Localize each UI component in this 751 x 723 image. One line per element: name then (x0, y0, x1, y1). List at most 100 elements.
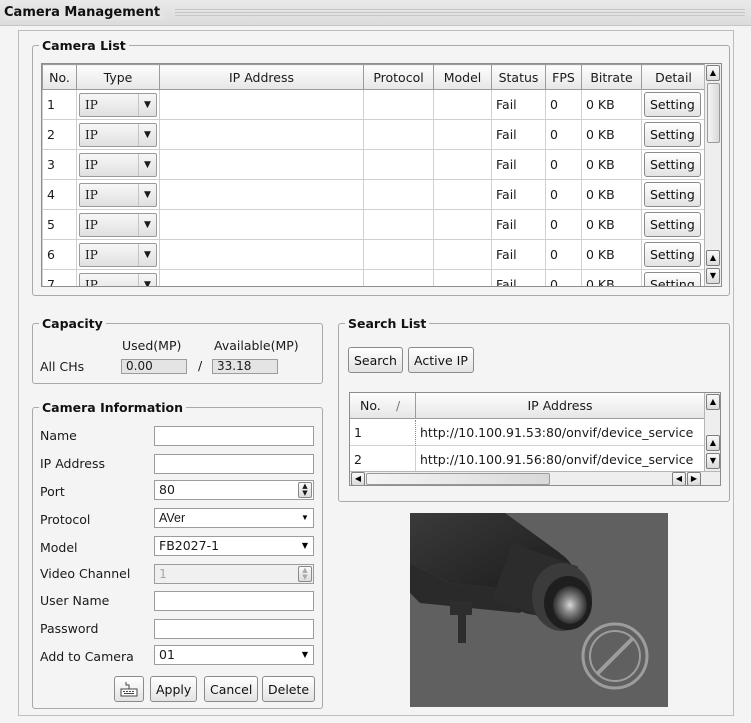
search-button[interactable]: Search (348, 347, 403, 373)
add-to-camera-dropdown[interactable]: 01 ▼ (154, 645, 314, 665)
type-value: IP (85, 97, 98, 112)
column-header-ip-address[interactable]: IP Address (159, 64, 364, 90)
column-header-protocol[interactable]: Protocol (363, 64, 434, 90)
column-header-status[interactable]: Status (491, 64, 546, 90)
camera-row[interactable]: 2 IP ▼ Fail 0 0 KB Setting (42, 119, 706, 150)
column-header-type[interactable]: Type (76, 64, 160, 90)
camera-row-no: 4 (42, 179, 77, 210)
type-dropdown[interactable]: IP ▼ (79, 182, 157, 207)
setting-button[interactable]: Setting (644, 212, 701, 237)
camera-row[interactable]: 6 IP ▼ Fail 0 0 KB Setting (42, 239, 706, 270)
type-dropdown[interactable]: IP ▼ (79, 122, 157, 147)
scroll-up-small-arrow-icon[interactable]: ▲ (706, 250, 720, 266)
chevron-down-icon: ▼ (301, 541, 309, 550)
type-dropdown[interactable]: IP ▼ (79, 272, 157, 286)
camera-list-legend: Camera List (42, 38, 126, 53)
capacity-legend: Capacity (42, 316, 103, 331)
chevron-down-icon: ▼ (301, 513, 309, 522)
camera-row-status: Fail (491, 179, 546, 210)
type-dropdown[interactable]: IP ▼ (79, 92, 157, 117)
camera-row[interactable]: 7 IP ▼ Fail 0 0 KB Setting (42, 269, 706, 286)
camera-row-fps: 0 (545, 269, 582, 286)
ip-address-field[interactable] (154, 454, 314, 474)
user-name-label: User Name (40, 593, 110, 608)
camera-row[interactable]: 4 IP ▼ Fail 0 0 KB Setting (42, 179, 706, 210)
type-dropdown[interactable]: IP ▼ (79, 152, 157, 177)
port-spinbox[interactable]: 80 ▲ ▼ (154, 480, 314, 500)
camera-list-scrollbar[interactable]: ▲ ▲ ▼ (704, 64, 721, 286)
type-dropdown[interactable]: IP ▼ (79, 212, 157, 237)
search-column-header-no[interactable]: No. / (350, 393, 416, 419)
setting-button[interactable]: Setting (644, 152, 701, 177)
cancel-button[interactable]: Cancel (204, 676, 259, 702)
add-to-camera-label: Add to Camera (40, 649, 134, 664)
camera-row-fps: 0 (545, 179, 582, 210)
camera-row-bitrate: 0 KB (581, 209, 642, 240)
name-field[interactable] (154, 426, 314, 446)
camera-row-no: 5 (42, 209, 77, 240)
setting-button[interactable]: Setting (644, 272, 701, 286)
search-list-hscrollbar[interactable]: ◀ ◀ ▶ (350, 471, 720, 485)
spin-arrows-icon[interactable]: ▲ ▼ (298, 482, 312, 498)
camera-row-status: Fail (491, 119, 546, 150)
virtual-keyboard-button[interactable] (114, 676, 144, 702)
search-list-vscrollbar[interactable]: ▲ ▲ ▼ (704, 393, 720, 471)
camera-list-table[interactable]: No. Type IP Address Protocol Model Statu… (41, 63, 722, 287)
type-dropdown[interactable]: IP ▼ (79, 242, 157, 267)
video-channel-label: Video Channel (40, 566, 131, 581)
apply-button[interactable]: Apply (150, 676, 198, 702)
scroll-up-arrow-icon[interactable]: ▲ (706, 65, 720, 81)
camera-row-no: 2 (42, 119, 77, 150)
camera-row-type: IP ▼ (76, 89, 160, 120)
setting-button[interactable]: Setting (644, 182, 701, 207)
horizontal-scrollbar-thumb[interactable] (366, 473, 550, 485)
search-list-table[interactable]: No. / IP Address 1 http://10.100.91.53:8… (349, 392, 721, 486)
scrollbar-thumb[interactable] (707, 83, 720, 143)
scroll-down-arrow-icon[interactable]: ▼ (706, 453, 720, 469)
column-header-model[interactable]: Model (433, 64, 492, 90)
camera-row-detail: Setting (641, 269, 706, 286)
type-value: IP (85, 247, 98, 262)
camera-row[interactable]: 5 IP ▼ Fail 0 0 KB Setting (42, 209, 706, 240)
setting-button[interactable]: Setting (644, 122, 701, 147)
sort-indicator-icon: / (396, 398, 401, 413)
camera-row-ip-address (159, 209, 364, 240)
protocol-dropdown[interactable]: AVer ▼ (154, 508, 314, 528)
chevron-down-icon: ▼ (138, 213, 156, 236)
scroll-up-arrow-icon[interactable]: ▲ (706, 394, 720, 410)
camera-row[interactable]: 3 IP ▼ Fail 0 0 KB Setting (42, 149, 706, 180)
model-dropdown[interactable]: FB2027-1 ▼ (154, 536, 314, 556)
column-header-fps[interactable]: FPS (545, 64, 582, 90)
search-result-row[interactable]: 2 http://10.100.91.56:80/onvif/device_se… (350, 447, 704, 471)
user-name-field[interactable] (154, 591, 314, 611)
setting-button[interactable]: Setting (644, 92, 701, 117)
scroll-up-small-arrow-icon[interactable]: ▲ (706, 435, 720, 451)
column-header-detail[interactable]: Detail (641, 64, 706, 90)
scroll-left-small-arrow-icon[interactable]: ◀ (672, 472, 686, 485)
chevron-down-icon: ▼ (138, 153, 156, 176)
active-ip-button[interactable]: Active IP (408, 347, 474, 373)
camera-row-bitrate: 0 KB (581, 149, 642, 180)
camera-table: No. Type IP Address Protocol Model Statu… (42, 64, 706, 286)
search-row-no: 1 (354, 425, 362, 440)
type-value: IP (85, 217, 98, 232)
camera-row-detail: Setting (641, 209, 706, 240)
scroll-left-arrow-icon[interactable]: ◀ (351, 472, 365, 485)
scroll-down-arrow-icon[interactable]: ▼ (706, 268, 720, 284)
password-field[interactable] (154, 619, 314, 639)
password-label: Password (40, 621, 99, 636)
search-result-row[interactable]: 1 http://10.100.91.53:80/onvif/device_se… (350, 420, 704, 446)
protocol-value: AVer (159, 511, 186, 525)
camera-row-ip-address (159, 269, 364, 286)
search-column-header-ip-address[interactable]: IP Address (416, 393, 704, 419)
scroll-right-arrow-icon[interactable]: ▶ (687, 472, 701, 485)
camera-row-protocol (363, 209, 434, 240)
chevron-down-icon: ▼ (138, 273, 156, 286)
delete-button[interactable]: Delete (262, 676, 316, 702)
camera-row[interactable]: 1 IP ▼ Fail 0 0 KB Setting (42, 89, 706, 120)
search-row-no: 2 (354, 452, 362, 467)
setting-button[interactable]: Setting (644, 242, 701, 267)
column-header-bitrate[interactable]: Bitrate (581, 64, 642, 90)
camera-row-no: 6 (42, 239, 77, 270)
column-header-no[interactable]: No. (42, 64, 77, 90)
